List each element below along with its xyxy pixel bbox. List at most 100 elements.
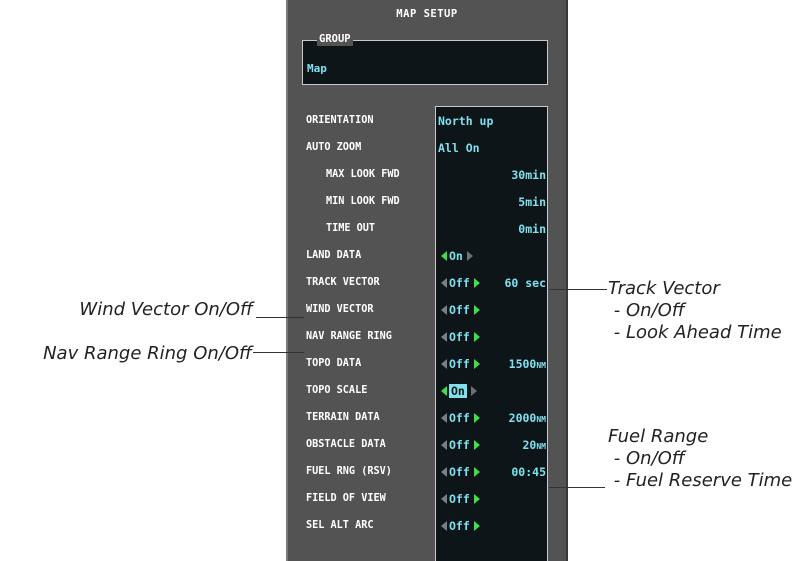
setting-row-land-data[interactable]: LAND DATA On <box>288 245 570 269</box>
group-value: Map <box>307 62 327 75</box>
setting-row-max-look-fwd[interactable]: MAX LOOK FWD 30min <box>288 164 570 188</box>
option-value: Off <box>449 465 470 479</box>
setting-row-obstacle-data[interactable]: OBSTACLE DATA Off 20NM <box>288 434 570 458</box>
arrow-right-icon <box>473 494 480 504</box>
callout-track-vector: Track Vector - On/Off - Look Ahead Time <box>608 278 782 344</box>
setting-label: FIELD OF VIEW <box>306 493 386 504</box>
setting-row-terrain-data[interactable]: TERRAIN DATA Off 2000NM <box>288 407 570 431</box>
option-selector[interactable]: Off <box>441 411 480 425</box>
arrow-right-icon <box>473 413 480 423</box>
option-value: Off <box>449 492 470 506</box>
setting-label: WIND VECTOR <box>306 304 374 315</box>
arrow-right-icon <box>473 521 480 531</box>
option-selector[interactable]: Off <box>441 492 480 506</box>
panel-title: MAP SETUP <box>396 8 458 20</box>
setting-row-orientation[interactable]: ORIENTATION North up <box>288 110 570 134</box>
setting-label: AUTO ZOOM <box>306 142 362 153</box>
option-selector[interactable]: On <box>441 384 477 398</box>
range-number: 20 <box>522 438 537 452</box>
callout-fuel-range-line: - Fuel Reserve Time <box>608 470 793 491</box>
option-selector[interactable]: On <box>441 249 473 263</box>
setting-row-wind-vector[interactable]: WIND VECTOR Off <box>288 299 570 323</box>
setting-row-time-out[interactable]: TIME OUT 0min <box>288 218 570 242</box>
group-select-field[interactable]: Map <box>302 40 548 85</box>
option-value: Off <box>449 411 470 425</box>
callout-leader-nav-range-ring <box>253 352 304 353</box>
option-selector[interactable]: Off <box>441 465 480 479</box>
option-value: Off <box>449 438 470 452</box>
option-value: On <box>449 249 463 263</box>
arrow-left-icon <box>441 413 447 423</box>
arrow-right-icon <box>470 386 477 396</box>
arrow-right-icon <box>473 467 480 477</box>
setting-label: TOPO SCALE <box>306 385 368 396</box>
callout-nav-range-ring: Nav Range Ring On/Off <box>43 343 252 364</box>
option-selector[interactable]: Off <box>441 303 480 317</box>
callout-leader-wind-vector <box>256 317 304 318</box>
setting-label: TRACK VECTOR <box>306 277 380 288</box>
callout-fuel-range-title: Fuel Range <box>608 426 709 447</box>
option-value: Off <box>449 357 470 371</box>
setting-label: MIN LOOK FWD <box>326 196 400 207</box>
callout-track-vector-title: Track Vector <box>608 278 720 299</box>
arrow-right-icon <box>466 251 473 261</box>
arrow-left-icon <box>441 440 447 450</box>
setting-label: LAND DATA <box>306 250 362 261</box>
range-unit: NM <box>536 361 546 370</box>
map-setup-panel: MAP SETUP Map GROUP ORIENTATION North up… <box>286 0 568 561</box>
option-selector[interactable]: Off <box>441 438 480 452</box>
secondary-value[interactable]: 20NM <box>523 438 547 452</box>
setting-row-track-vector[interactable]: TRACK VECTOR Off 60 sec <box>288 272 570 296</box>
range-number: 2000 <box>508 411 537 425</box>
setting-row-topo-scale[interactable]: TOPO SCALE On <box>288 380 570 404</box>
setting-value[interactable]: 5min <box>518 195 546 209</box>
setting-value[interactable]: North up <box>438 114 493 128</box>
setting-row-topo-data[interactable]: TOPO DATA Off 1500NM <box>288 353 570 377</box>
setting-row-nav-range-ring[interactable]: NAV RANGE RING Off <box>288 326 570 350</box>
group-label: GROUP <box>317 33 353 46</box>
secondary-value[interactable]: 1500NM <box>509 357 546 371</box>
secondary-value[interactable]: 2000NM <box>509 411 546 425</box>
range-number: 1500 <box>508 357 537 371</box>
setting-label: FUEL RNG (RSV) <box>306 466 392 477</box>
range-unit: NM <box>536 415 546 424</box>
callout-leader-track-vector <box>549 289 607 290</box>
arrow-left-icon <box>441 332 447 342</box>
option-selector[interactable]: Off <box>441 519 480 533</box>
setting-value[interactable]: 0min <box>518 222 546 236</box>
arrow-left-icon <box>441 386 447 396</box>
callout-wind-vector: Wind Vector On/Off <box>79 299 253 320</box>
setting-label: TERRAIN DATA <box>306 412 380 423</box>
callout-fuel-range: Fuel Range - On/Off - Fuel Reserve Time <box>608 426 792 492</box>
callout-fuel-range-line: - On/Off <box>608 448 685 469</box>
setting-row-fuel-rng[interactable]: FUEL RNG (RSV) Off 00:45 <box>288 461 570 485</box>
setting-row-min-look-fwd[interactable]: MIN LOOK FWD 5min <box>288 191 570 215</box>
setting-row-sel-alt-arc[interactable]: SEL ALT ARC Off <box>288 515 570 539</box>
secondary-value[interactable]: 00:45 <box>511 465 546 479</box>
arrow-left-icon <box>441 305 447 315</box>
setting-value[interactable]: All On <box>438 141 480 155</box>
arrow-right-icon <box>473 278 480 288</box>
option-selector[interactable]: Off <box>441 330 480 344</box>
setting-row-field-of-view[interactable]: FIELD OF VIEW Off <box>288 488 570 512</box>
option-value: Off <box>449 276 470 290</box>
arrow-right-icon <box>473 359 480 369</box>
arrow-left-icon <box>441 359 447 369</box>
option-selector[interactable]: Off <box>441 357 480 371</box>
option-selector[interactable]: Off <box>441 276 480 290</box>
setting-value[interactable]: 30min <box>511 168 546 182</box>
setting-label: NAV RANGE RING <box>306 331 392 342</box>
callout-track-vector-line: - On/Off <box>608 300 685 321</box>
setting-label: TIME OUT <box>326 223 376 234</box>
arrow-right-icon <box>473 305 480 315</box>
setting-label: SEL ALT ARC <box>306 520 374 531</box>
setting-label: MAX LOOK FWD <box>326 169 400 180</box>
option-value: Off <box>449 330 470 344</box>
setting-row-auto-zoom[interactable]: AUTO ZOOM All On <box>288 137 570 161</box>
option-value: Off <box>449 519 470 533</box>
option-value-selected: On <box>449 384 467 398</box>
setting-label: ORIENTATION <box>306 115 374 126</box>
arrow-left-icon <box>441 278 447 288</box>
secondary-value[interactable]: 60 sec <box>504 276 546 290</box>
range-unit: NM <box>536 442 546 451</box>
